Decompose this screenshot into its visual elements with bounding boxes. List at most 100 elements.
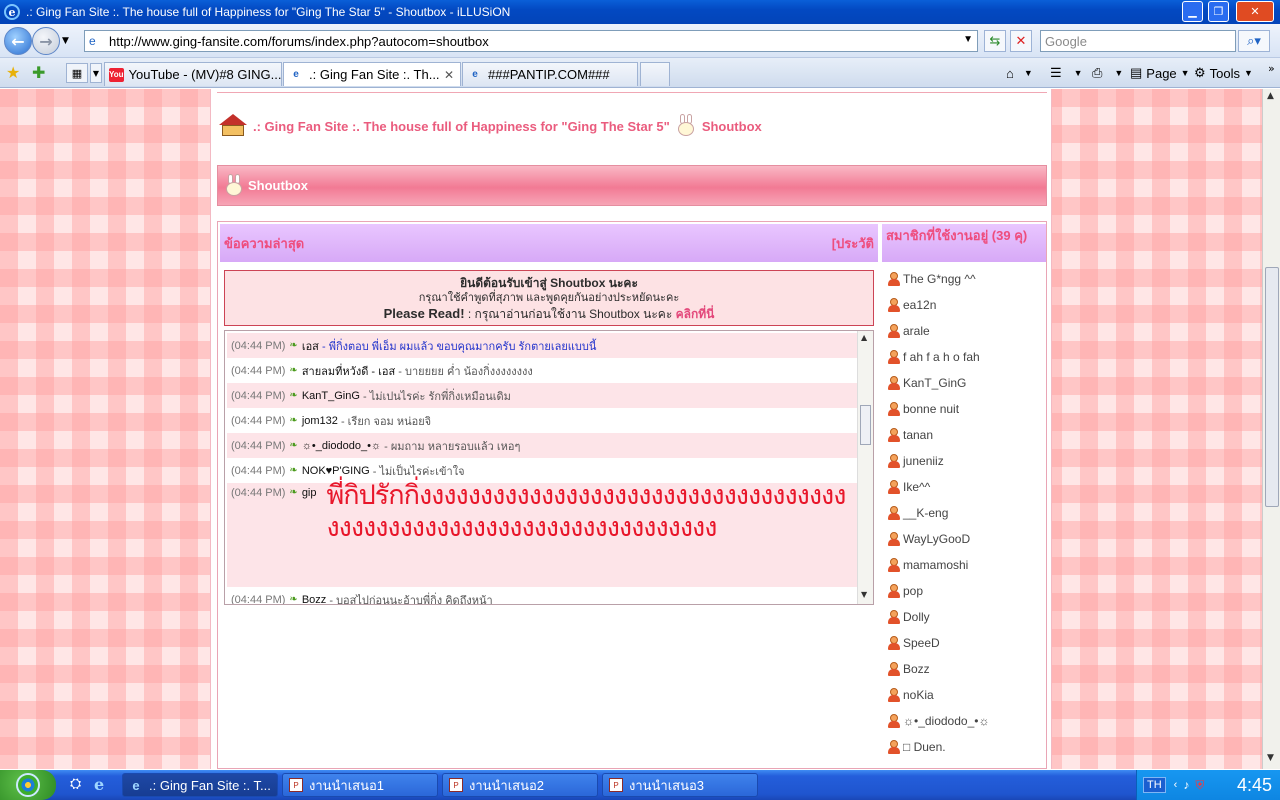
window-titlebar: e .: Ging Fan Site :. The house full of …: [0, 0, 1280, 24]
list-item[interactable]: __K-eng: [882, 500, 1046, 526]
feeds-button[interactable]: ☰ ▼: [1050, 63, 1083, 83]
close-window-button[interactable]: ✕: [1236, 1, 1274, 22]
forward-button[interactable]: →: [32, 27, 60, 55]
history-link[interactable]: [ประวัติ: [832, 233, 874, 254]
message-author[interactable]: NOK♥P'GING: [302, 465, 370, 477]
page-icon: e: [89, 34, 96, 48]
list-item[interactable]: bonne nuit: [882, 396, 1046, 422]
page-viewport: .: Ging Fan Site :. The house full of Ha…: [0, 89, 1262, 769]
list-item: (04:44 PM) ❧ jom132 - เรียก จอม หน่อยจิ: [227, 408, 857, 433]
user-icon: [888, 324, 900, 338]
list-item[interactable]: arale: [882, 318, 1046, 344]
new-tab-button[interactable]: [640, 62, 670, 86]
message-author[interactable]: gip: [302, 487, 317, 499]
language-indicator[interactable]: TH: [1143, 777, 1166, 793]
message-text: - ไม่เปนไรค่ะ รักพี่กิ่งเหมือนเดิม: [362, 390, 511, 403]
list-item[interactable]: mamamoshi: [882, 552, 1046, 578]
message-author[interactable]: ☼•_diododo_•☼: [302, 440, 381, 452]
tab-ging-fan-site[interactable]: e .: Ging Fan Site :. Th... ✕: [283, 62, 461, 86]
message-author[interactable]: เอส: [302, 337, 319, 355]
quick-tabs-icon[interactable]: ▦: [66, 63, 88, 83]
maximize-button[interactable]: ❐: [1208, 1, 1229, 22]
quick-launch-icon[interactable]: ⛭: [70, 776, 81, 792]
read-rules-link[interactable]: คลิกที่นี่: [676, 307, 715, 321]
message-author[interactable]: Bozz: [302, 594, 326, 605]
list-item[interactable]: ☼•_diododo_•☼: [882, 708, 1046, 734]
stop-button[interactable]: ✕: [1010, 30, 1032, 52]
refresh-button[interactable]: ⇆: [984, 30, 1006, 52]
list-item[interactable]: juneniiz: [882, 448, 1046, 474]
volume-icon[interactable]: ♪: [1183, 778, 1189, 792]
message-list[interactable]: (04:44 PM) ❧ เอส - พี่กิ่งตอบ พี่เอ็ม ผม…: [224, 330, 874, 605]
page-title: Shoutbox: [248, 178, 308, 193]
address-bar[interactable]: e http://www.ging-fansite.com/forums/ind…: [84, 30, 978, 52]
add-favorites-icon[interactable]: ✚: [32, 63, 45, 82]
search-input[interactable]: Google: [1040, 30, 1236, 52]
list-item: (04:44 PM) ❧ ☼•_diododo_•☼ - ผมถาม หลายร…: [227, 433, 857, 458]
message-text: - เรียก จอม หน่อยจิ: [340, 415, 432, 428]
list-item[interactable]: f ah f a h o fah: [882, 344, 1046, 370]
scroll-thumb[interactable]: [1265, 267, 1279, 507]
message-text: พี่กิปรักกิ่งงงงงงงงงงงงงงงงงงงงงงงงงงงง…: [326, 480, 847, 542]
search-button[interactable]: ⌕▾: [1238, 30, 1270, 52]
user-icon: [888, 506, 900, 520]
tray-expand-icon[interactable]: ‹: [1174, 779, 1178, 791]
tab-list-dropdown-icon[interactable]: ▼: [90, 63, 102, 83]
list-item[interactable]: The G*ngg ^^: [882, 266, 1046, 292]
message-author[interactable]: KanT_GinG: [302, 390, 360, 402]
scroll-up-icon[interactable]: ▲: [1267, 91, 1274, 101]
leaf-icon: ❧: [289, 465, 298, 476]
taskbar-item-presentation-2[interactable]: P งานนำเสนอ2: [442, 773, 598, 797]
close-tab-icon[interactable]: ✕: [444, 68, 454, 82]
back-button[interactable]: ←: [4, 27, 32, 55]
home-button[interactable]: ⌂ ▼: [1006, 63, 1033, 83]
message-author[interactable]: สายลมที่หวังดี - เอส: [302, 362, 395, 380]
taskbar: ⛭ e e.: Ging Fan Site :. T... P งานนำเสนอ…: [0, 770, 1280, 800]
user-icon: [888, 402, 900, 416]
tools-menu-button[interactable]: ⚙ Tools ▼: [1194, 63, 1253, 83]
list-item[interactable]: ea12n: [882, 292, 1046, 318]
breadcrumb-section-link[interactable]: Shoutbox: [702, 119, 762, 134]
scroll-up-icon[interactable]: ▲: [861, 333, 867, 342]
list-item[interactable]: pop: [882, 578, 1046, 604]
clock: 4:45: [1236, 775, 1272, 795]
taskbar-item-presentation-1[interactable]: P งานนำเสนอ1: [282, 773, 438, 797]
user-icon: [888, 610, 900, 624]
list-item[interactable]: tanan: [882, 422, 1046, 448]
start-button[interactable]: [0, 770, 56, 800]
ie-quicklaunch-icon[interactable]: e: [94, 775, 104, 794]
breadcrumb: .: Ging Fan Site :. The house full of Ha…: [217, 113, 762, 139]
favorites-star-icon[interactable]: ★: [6, 63, 20, 82]
user-icon: [888, 740, 900, 754]
tab-youtube[interactable]: You YouTube - (MV)#8 GING...: [104, 62, 282, 86]
address-dropdown-icon[interactable]: ▼: [963, 34, 973, 45]
print-button[interactable]: ⎙ ▼: [1092, 63, 1123, 83]
list-item[interactable]: □ Duen.: [882, 734, 1046, 760]
security-icon[interactable]: ⛨: [1195, 778, 1204, 793]
toolbar-overflow-icon[interactable]: »: [1268, 62, 1275, 75]
tab-label: YouTube - (MV)#8 GING...: [128, 67, 282, 82]
leaf-icon: ❧: [289, 340, 298, 351]
page-scrollbar[interactable]: ▲ ▼: [1262, 89, 1280, 769]
scroll-down-icon[interactable]: ▼: [861, 590, 867, 599]
ie-page-icon: e: [472, 69, 478, 80]
user-icon: [888, 376, 900, 390]
list-item[interactable]: Dolly: [882, 604, 1046, 630]
message-author[interactable]: jom132: [302, 415, 338, 427]
scroll-down-icon[interactable]: ▼: [1267, 753, 1274, 763]
scroll-thumb[interactable]: [860, 405, 871, 445]
minimize-button[interactable]: ▁: [1182, 1, 1203, 22]
list-item[interactable]: Bozz: [882, 656, 1046, 682]
list-item[interactable]: KanT_GinG: [882, 370, 1046, 396]
list-item[interactable]: SpeeD: [882, 630, 1046, 656]
list-item[interactable]: noKia: [882, 682, 1046, 708]
breadcrumb-site-link[interactable]: .: Ging Fan Site :. The house full of Ha…: [253, 119, 670, 134]
taskbar-item-presentation-3[interactable]: P งานนำเสนอ3: [602, 773, 758, 797]
list-item[interactable]: WayLyGooD: [882, 526, 1046, 552]
list-item[interactable]: Ike^^: [882, 474, 1046, 500]
taskbar-item-browser[interactable]: e.: Ging Fan Site :. T...: [122, 773, 278, 797]
message-scrollbar[interactable]: ▲ ▼: [857, 331, 873, 604]
history-dropdown-icon[interactable]: ▼: [62, 36, 69, 46]
tab-pantip[interactable]: e ###PANTIP.COM###: [462, 62, 638, 86]
page-menu-button[interactable]: ▤ Page ▼: [1130, 63, 1190, 83]
